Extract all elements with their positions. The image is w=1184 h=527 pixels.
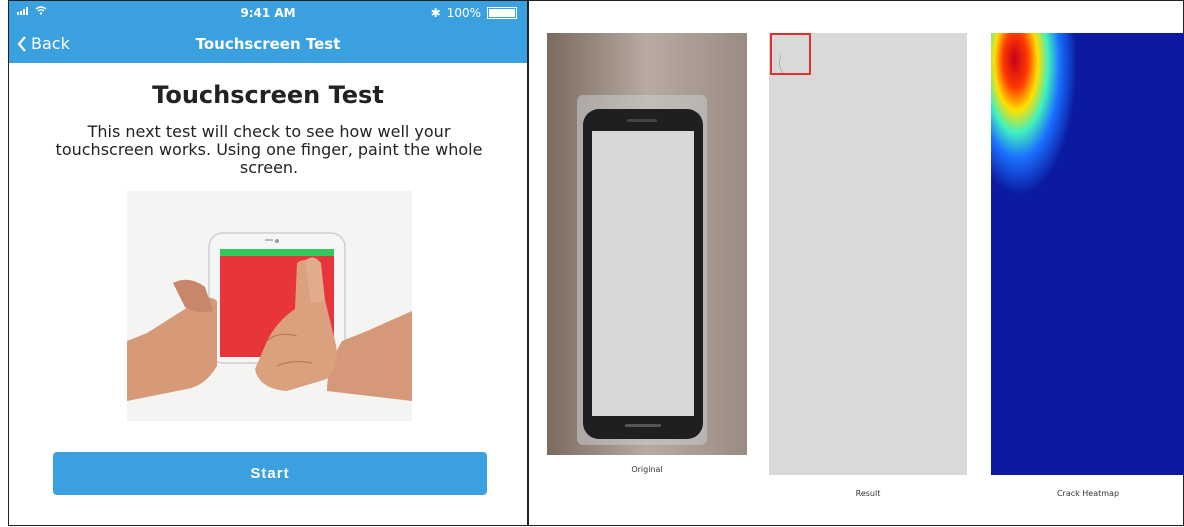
main-content: Touchscreen Test This next test will che…: [9, 63, 527, 527]
hands-phone-illustration: [127, 191, 412, 421]
instructions-text: This next test will check to see how wel…: [55, 122, 483, 177]
app-screenshot: 9:41 AM ✱ 100% Back Touchscreen Test Tou…: [8, 0, 528, 526]
nav-title: Touchscreen Test: [195, 35, 341, 53]
status-bar: 9:41 AM ✱ 100%: [9, 1, 527, 26]
original-label: Original: [631, 465, 663, 474]
result-panel: Result: [769, 33, 967, 498]
heatmap-label: Crack Heatmap: [1056, 489, 1120, 498]
original-photo: [547, 33, 747, 455]
bluetooth-icon: ✱: [430, 6, 441, 20]
result-image: [769, 33, 967, 475]
crack-heatmap-image: [991, 33, 1184, 475]
battery-icon: [487, 7, 517, 19]
navigation-bar: Back Touchscreen Test: [9, 26, 527, 63]
result-label: Result: [855, 489, 881, 498]
start-button[interactable]: Start: [53, 452, 487, 495]
heatmap-panel: Crack Heatmap: [991, 33, 1184, 498]
battery-percent: 100%: [446, 6, 481, 20]
original-panel: Original: [547, 33, 747, 474]
crack-detection-figure: Original Result Crack Heatmap: [528, 0, 1184, 526]
page-title: Touchscreen Test: [152, 81, 384, 109]
